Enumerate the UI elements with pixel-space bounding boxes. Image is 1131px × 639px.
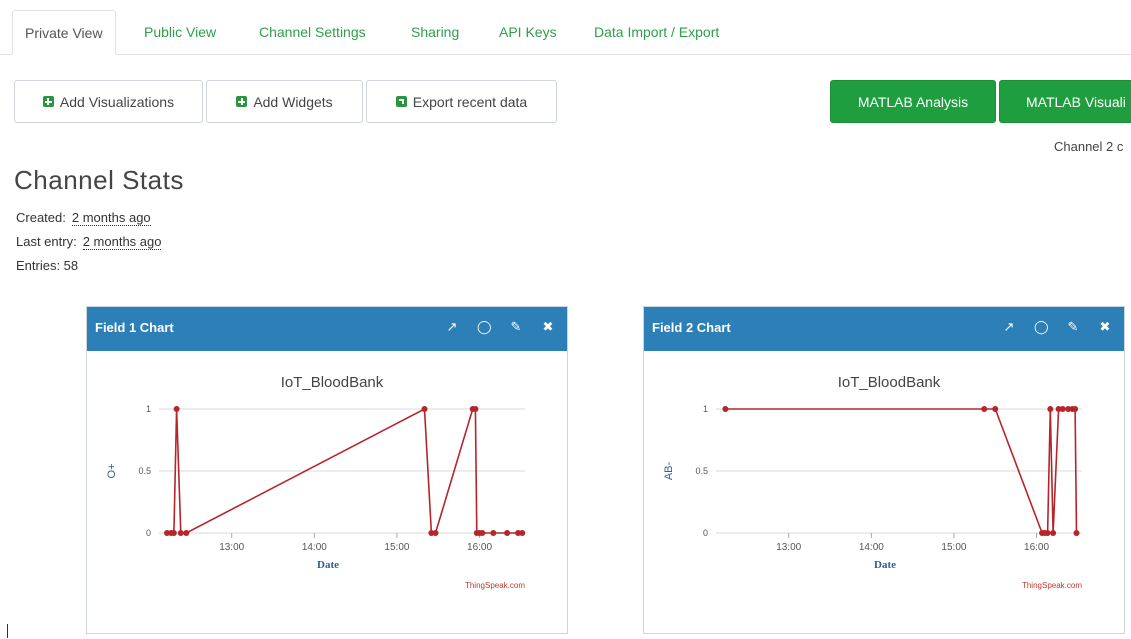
chart-title: IoT_BloodBank bbox=[838, 374, 941, 391]
data-point bbox=[1073, 530, 1080, 536]
x-tick-label: 16:00 bbox=[467, 542, 492, 553]
y-tick-label: 0.5 bbox=[138, 466, 151, 476]
data-point bbox=[490, 530, 497, 536]
add-widgets-button[interactable]: Add Widgets bbox=[206, 80, 363, 123]
data-point bbox=[1072, 406, 1079, 412]
data-point bbox=[1047, 406, 1054, 412]
add-visualizations-label: Add Visualizations bbox=[59, 93, 175, 110]
data-point bbox=[519, 530, 526, 536]
stat-entries: Entries: 58 bbox=[16, 258, 79, 273]
tab-bar: Private View Public View Channel Setting… bbox=[0, 0, 1131, 55]
x-tick-label: 15:00 bbox=[384, 542, 409, 553]
export-icon bbox=[395, 96, 407, 107]
y-axis-label: AB- bbox=[663, 461, 675, 480]
chart-title: IoT_BloodBank bbox=[281, 374, 384, 391]
stat-last-entry-value[interactable]: 2 months ago bbox=[82, 234, 162, 250]
x-tick-label: 14:00 bbox=[859, 542, 884, 553]
card-icons: ↗ ◯ ✎ ✖ bbox=[445, 319, 555, 335]
add-visualizations-button[interactable]: Add Visualizations bbox=[14, 80, 203, 123]
plus-icon bbox=[236, 96, 248, 107]
plus-icon bbox=[42, 96, 54, 107]
channel-note: Channel 2 c bbox=[1054, 139, 1124, 154]
tab-sharing[interactable]: Sharing bbox=[399, 10, 471, 54]
field-1-chart: IoT_BloodBank 0 0.5 1 13:00 14:00 15:00 16:00 Da… bbox=[106, 374, 526, 590]
export-recent-data-label: Export recent data bbox=[412, 93, 528, 110]
data-point bbox=[173, 406, 180, 412]
y-axis-label: O+ bbox=[106, 464, 118, 479]
external-link-icon[interactable]: ↗ bbox=[445, 319, 459, 335]
tab-private-view[interactable]: Private View bbox=[12, 10, 116, 55]
x-tick-label: 15:00 bbox=[941, 542, 966, 553]
matlab-visualization-button[interactable]: MATLAB Visuali bbox=[999, 80, 1131, 123]
data-point bbox=[479, 530, 486, 536]
stat-created: Created: 2 months ago bbox=[16, 210, 151, 226]
data-point bbox=[170, 530, 177, 536]
data-point bbox=[1044, 530, 1051, 536]
y-tick-label: 0.5 bbox=[695, 466, 708, 476]
matlab-analysis-button[interactable]: MATLAB Analysis bbox=[830, 80, 996, 123]
card-header: Field 1 Chart ↗ ◯ ✎ ✖ bbox=[87, 307, 567, 351]
stat-last-entry-label: Last entry: bbox=[16, 234, 77, 249]
text-cursor bbox=[7, 624, 8, 638]
field-2-chart-card: Field 2 Chart ↗ ◯ ✎ ✖ IoT_BloodBank 0 0.5 1… bbox=[643, 306, 1125, 634]
edit-icon[interactable]: ✎ bbox=[509, 319, 523, 335]
export-recent-data-button[interactable]: Export recent data bbox=[366, 80, 557, 123]
tab-public-view[interactable]: Public View bbox=[132, 10, 228, 54]
data-point bbox=[472, 406, 479, 412]
comment-icon[interactable]: ◯ bbox=[1034, 319, 1049, 335]
card-title: Field 2 Chart bbox=[652, 320, 731, 335]
edit-icon[interactable]: ✎ bbox=[1066, 319, 1080, 335]
channel-stats-title: Channel Stats bbox=[14, 165, 184, 195]
data-point bbox=[504, 530, 511, 536]
chart-credit: ThingSpeak.com bbox=[1022, 581, 1082, 590]
data-point bbox=[421, 406, 428, 412]
x-tick-label: 13:00 bbox=[776, 542, 801, 553]
data-point bbox=[992, 406, 999, 412]
x-tick-label: 16:00 bbox=[1024, 542, 1049, 553]
field-2-chart: IoT_BloodBank 0 0.5 1 13:00 14:00 15:00 16:00 Da… bbox=[663, 374, 1082, 590]
field-1-chart-card: Field 1 Chart ↗ ◯ ✎ ✖ IoT_BloodBank 0 0.5 1… bbox=[86, 306, 568, 634]
data-point bbox=[1059, 406, 1066, 412]
y-tick-label: 0 bbox=[146, 528, 151, 538]
data-point bbox=[981, 406, 988, 412]
close-icon[interactable]: ✖ bbox=[541, 319, 555, 335]
close-icon[interactable]: ✖ bbox=[1098, 319, 1112, 335]
add-widgets-label: Add Widgets bbox=[253, 93, 333, 110]
stat-created-label: Created: bbox=[16, 210, 66, 225]
external-link-icon[interactable]: ↗ bbox=[1002, 319, 1016, 335]
x-tick-label: 14:00 bbox=[302, 542, 327, 553]
stat-last-entry: Last entry: 2 months ago bbox=[16, 234, 162, 250]
card-header: Field 2 Chart ↗ ◯ ✎ ✖ bbox=[644, 307, 1124, 351]
x-axis-label: Date bbox=[317, 559, 339, 571]
data-point bbox=[722, 406, 729, 412]
data-point bbox=[183, 530, 190, 536]
card-title: Field 1 Chart bbox=[95, 320, 174, 335]
y-tick-label: 1 bbox=[703, 404, 708, 414]
stat-created-value[interactable]: 2 months ago bbox=[71, 210, 151, 226]
data-point bbox=[177, 530, 184, 536]
x-axis-label: Date bbox=[874, 559, 896, 571]
comment-icon[interactable]: ◯ bbox=[477, 319, 492, 335]
tab-api-keys[interactable]: API Keys bbox=[487, 10, 569, 54]
data-point bbox=[432, 530, 439, 536]
y-tick-label: 1 bbox=[146, 404, 151, 414]
x-tick-label: 13:00 bbox=[219, 542, 244, 553]
chart-credit: ThingSpeak.com bbox=[465, 581, 525, 590]
card-icons: ↗ ◯ ✎ ✖ bbox=[1002, 319, 1112, 335]
tab-data-import-export[interactable]: Data Import / Export bbox=[582, 10, 731, 54]
y-tick-label: 0 bbox=[703, 528, 708, 538]
data-point bbox=[1050, 530, 1057, 536]
tab-channel-settings[interactable]: Channel Settings bbox=[247, 10, 378, 54]
